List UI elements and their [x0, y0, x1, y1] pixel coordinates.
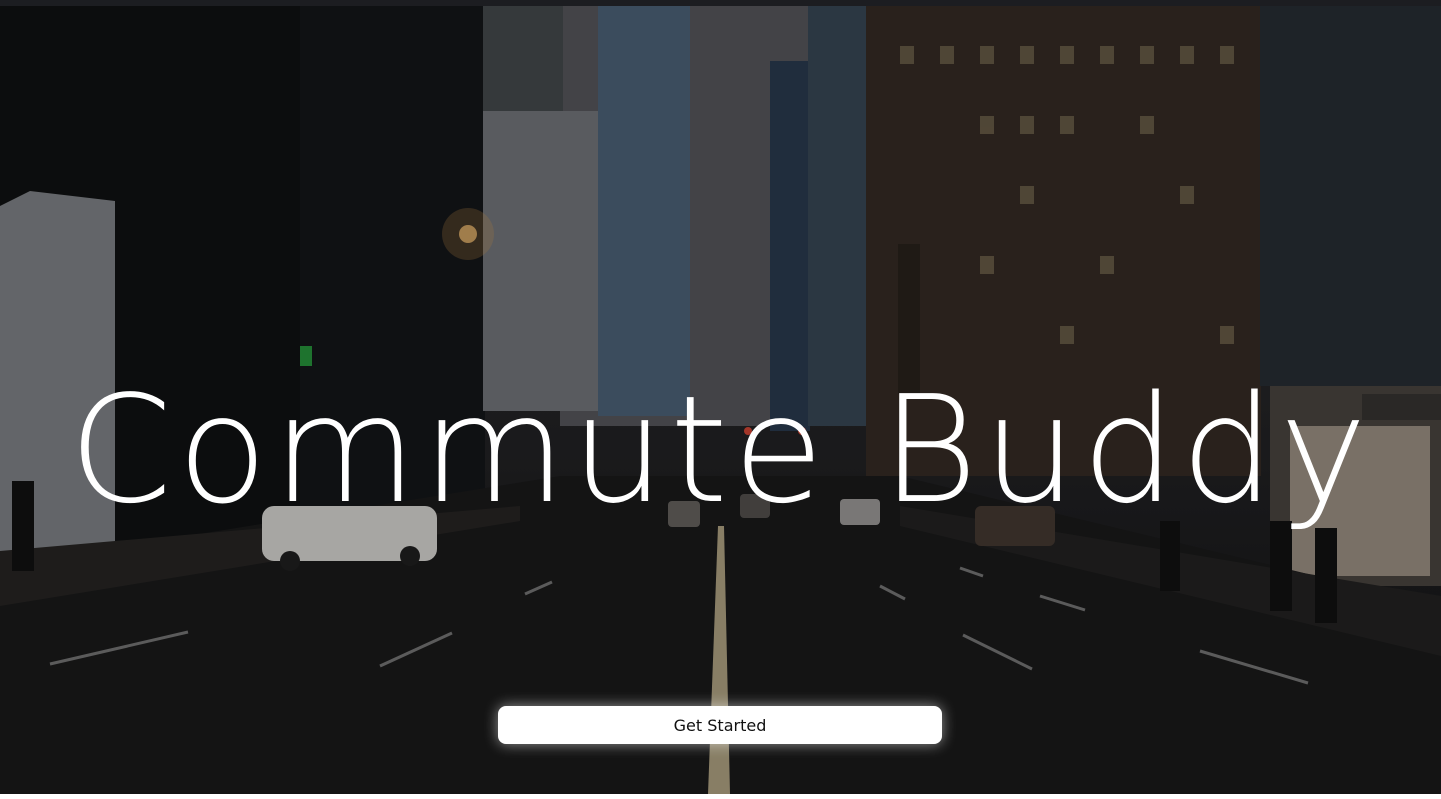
app-title: Commute Buddy [68, 364, 1373, 536]
hero-section: Commute Buddy Get Started [0, 6, 1441, 794]
window-bottom-strip [0, 794, 1441, 799]
get-started-button[interactable]: Get Started [498, 706, 942, 744]
